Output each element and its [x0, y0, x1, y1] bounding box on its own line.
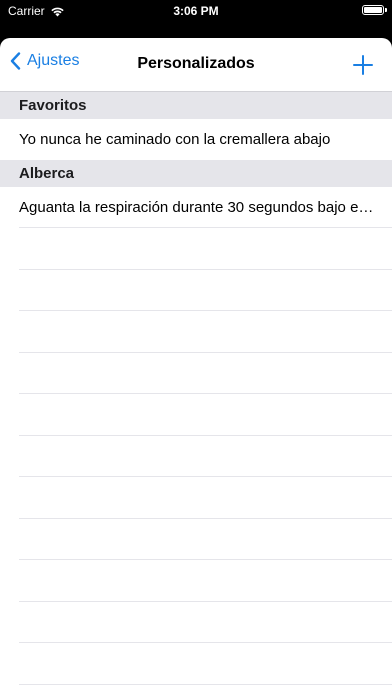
- battery-cap: [385, 8, 387, 12]
- empty-row: [0, 560, 392, 602]
- empty-row: [0, 228, 392, 270]
- empty-row: [0, 311, 392, 353]
- nav-bar: Ajustes Personalizados: [0, 38, 392, 92]
- empty-row: [0, 270, 392, 312]
- list-item[interactable]: Yo nunca he caminado con la cremallera a…: [0, 119, 392, 160]
- list-item[interactable]: Aguanta la respiración durante 30 segund…: [0, 187, 392, 228]
- empty-row: [0, 394, 392, 436]
- page-title: Personalizados: [137, 55, 255, 72]
- status-time: 3:06 PM: [173, 4, 219, 18]
- plus-icon[interactable]: [352, 54, 374, 76]
- sheet: Ajustes Personalizados Favoritos Yo nunc…: [0, 38, 392, 696]
- empty-row: [0, 436, 392, 478]
- empty-row: [0, 353, 392, 395]
- empty-row: [0, 477, 392, 519]
- battery-icon: [362, 5, 384, 15]
- empty-row: [0, 602, 392, 644]
- empty-row: [0, 643, 392, 685]
- status-bar: Carrier 3:06 PM: [0, 0, 392, 24]
- empty-row: [0, 519, 392, 561]
- section-header-alberca: Alberca: [0, 160, 392, 187]
- section-header-favoritos: Favoritos: [0, 92, 392, 119]
